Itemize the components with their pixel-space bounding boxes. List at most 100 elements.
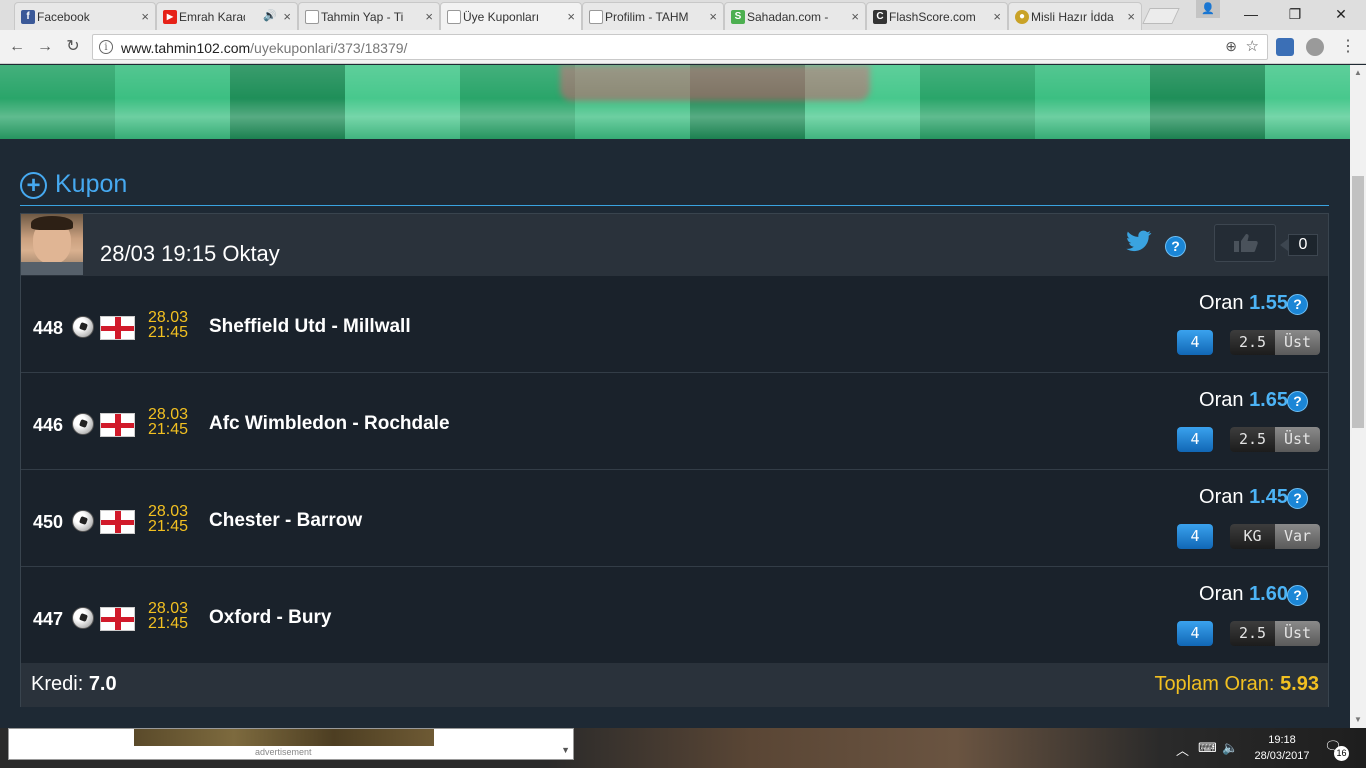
coupon-card: 28/03 19:15 Oktay ? 0 448 28.03 21:45 She… <box>20 213 1329 707</box>
network-icon[interactable]: ⌨ <box>1198 740 1217 756</box>
england-flag-icon <box>100 510 135 534</box>
notification-count-badge: 16 <box>1334 746 1349 761</box>
tab-youtube[interactable]: ▶ Emrah Karad 🔊 × <box>156 2 298 30</box>
minimize-button[interactable]: — <box>1228 0 1274 28</box>
odds-value: 1.45 <box>1249 486 1288 508</box>
tab-flashscore[interactable]: C FlashScore.com × <box>866 2 1008 30</box>
chevron-down-icon[interactable]: ▼ <box>561 745 570 755</box>
browser-toolbar: ← → ↻ i www.tahmin102.com/uyekuponlari/3… <box>0 30 1366 64</box>
help-icon[interactable]: ? <box>1165 236 1186 257</box>
address-bar[interactable]: i www.tahmin102.com/uyekuponlari/373/183… <box>92 34 1268 60</box>
bet-type-badge: 2.5 Üst <box>1230 427 1320 452</box>
help-icon[interactable]: ? <box>1287 391 1308 412</box>
site-info-icon[interactable]: i <box>99 40 113 54</box>
match-code: 450 <box>33 512 64 532</box>
windows-taskbar: advertisement ▼ ︿ ⌨ 🔈 19:18 28/03/2017 🗨… <box>0 728 1366 768</box>
avatar[interactable] <box>21 214 83 275</box>
avatar-hair <box>31 216 73 230</box>
bet-type-left: KG <box>1230 524 1275 549</box>
volume-icon[interactable]: 🔈 <box>1222 740 1238 756</box>
tab-uye-kuponlari[interactable]: Üye Kuponları × <box>440 2 582 30</box>
oran-text: Oran <box>1199 486 1244 508</box>
tab-misli[interactable]: ● Misli Hazır İdda × <box>1008 2 1142 30</box>
match-teams: Afc Wimbledon - Rochdale <box>209 413 450 434</box>
tab-close-icon[interactable]: × <box>425 9 433 24</box>
oran-text: Oran <box>1199 583 1244 605</box>
bet-type-left: 2.5 <box>1230 621 1275 646</box>
odds-label: Oran 1.65 <box>1199 389 1288 412</box>
bet-type-left: 2.5 <box>1230 330 1275 355</box>
tab-close-icon[interactable]: × <box>567 9 575 24</box>
site-banner <box>0 65 1350 139</box>
match-datetime: 28.03 21:45 <box>148 310 189 341</box>
match-code: 448 <box>33 318 64 338</box>
tab-close-icon[interactable]: × <box>1127 9 1135 24</box>
match-teams: Chester - Barrow <box>209 510 363 531</box>
match-teams: Oxford - Bury <box>209 607 332 628</box>
total-odds-summary: Toplam Oran: 5.93 <box>1154 673 1319 696</box>
action-center-icon[interactable]: 🗨 16 <box>1324 738 1349 761</box>
reload-button[interactable]: ↻ <box>62 36 84 58</box>
clock-date: 28/03/2017 <box>1254 750 1310 762</box>
match-code: 446 <box>33 415 64 435</box>
match-time: 21:45 <box>148 324 189 341</box>
tab-close-icon[interactable]: × <box>993 9 1001 24</box>
match-teams: Sheffield Utd - Millwall <box>209 316 411 337</box>
url-text[interactable]: www.tahmin102.com/uyekuponlari/373/18379… <box>121 40 407 56</box>
tray-chevron-up-icon[interactable]: ︿ <box>1176 740 1189 759</box>
youtube-icon: ▶ <box>163 10 177 24</box>
bookmark-star-icon[interactable]: ☆ <box>1246 37 1259 55</box>
match-code: 447 <box>33 609 64 629</box>
system-clock[interactable]: 19:18 28/03/2017 <box>1252 732 1312 764</box>
plus-circle-icon[interactable]: + <box>20 172 47 199</box>
tab-close-icon[interactable]: × <box>283 9 291 24</box>
tab-sahadan[interactable]: S Sahadan.com - × <box>724 2 866 30</box>
back-button[interactable]: ← <box>6 36 28 58</box>
forward-button[interactable]: → <box>34 36 56 58</box>
extension-icon[interactable] <box>1276 38 1294 56</box>
close-window-button[interactable]: ✕ <box>1318 0 1364 28</box>
tab-profilim[interactable]: Profilim - TAHM × <box>582 2 724 30</box>
pick-code-badge: 4 <box>1177 330 1213 355</box>
bet-type-right: Üst <box>1275 330 1320 355</box>
tab-close-icon[interactable]: × <box>141 9 149 24</box>
audio-playing-icon[interactable]: 🔊 <box>263 9 277 22</box>
help-icon[interactable]: ? <box>1287 294 1308 315</box>
football-icon <box>72 607 94 629</box>
misli-icon: ● <box>1015 10 1029 24</box>
page-content: + Kupon 28/03 19:15 Oktay ? 0 448 28.03 … <box>0 65 1350 728</box>
england-flag-icon <box>100 413 135 437</box>
tab-close-icon[interactable]: × <box>709 9 717 24</box>
sahadan-icon: S <box>731 10 745 24</box>
zoom-icon[interactable]: ⊕ <box>1225 38 1237 55</box>
restore-button[interactable]: ❐ <box>1272 0 1318 28</box>
help-icon[interactable]: ? <box>1287 585 1308 606</box>
tab-facebook[interactable]: f Facebook × <box>14 2 156 30</box>
page-scrollbar[interactable]: ▲ ▼ <box>1350 65 1366 728</box>
pick-code-badge: 4 <box>1177 427 1213 452</box>
match-datetime: 28.03 21:45 <box>148 601 188 632</box>
advertisement-label: advertisement <box>255 747 312 757</box>
total-odds-value: 5.93 <box>1280 673 1319 695</box>
advertisement-image[interactable] <box>134 729 434 746</box>
tab-close-icon[interactable]: × <box>851 9 859 24</box>
globe-extension-icon[interactable] <box>1306 38 1324 56</box>
new-tab-button[interactable] <box>1142 8 1180 24</box>
pick-code-badge: 4 <box>1177 524 1213 549</box>
like-count-pointer <box>1280 239 1288 251</box>
advertisement-box[interactable]: advertisement ▼ <box>8 728 574 760</box>
tab-tahmin-yap[interactable]: Tahmin Yap - Ti × <box>298 2 440 30</box>
scroll-down-icon[interactable]: ▼ <box>1353 715 1363 725</box>
odds-value: 1.55 <box>1249 292 1288 314</box>
profile-icon[interactable]: 👤 <box>1196 0 1220 18</box>
scrollbar-thumb[interactable] <box>1352 176 1364 428</box>
match-row: 450 28.03 21:45 Chester - Barrow Oran 1.4… <box>21 470 1328 567</box>
like-button[interactable] <box>1214 224 1276 262</box>
bet-type-badge: 2.5 Üst <box>1230 621 1320 646</box>
scroll-up-icon[interactable]: ▲ <box>1353 68 1363 78</box>
browser-tab-strip: f Facebook × ▶ Emrah Karad 🔊 × Tahmin Ya… <box>0 0 1366 30</box>
twitter-icon[interactable] <box>1126 230 1152 252</box>
browser-menu-icon[interactable]: ⋮ <box>1340 36 1356 58</box>
help-icon[interactable]: ? <box>1287 488 1308 509</box>
tab-title: Facebook <box>37 9 90 24</box>
